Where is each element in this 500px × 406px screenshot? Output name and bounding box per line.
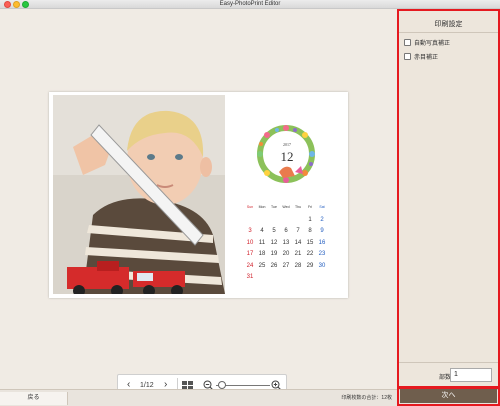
calendar-day: 31 bbox=[246, 274, 254, 280]
weekday-header: Tue bbox=[271, 205, 277, 209]
calendar-week-row: 10 11 12 13 14 15 16 bbox=[244, 238, 328, 250]
calendar-year: 2017 bbox=[283, 142, 291, 147]
calendar-day bbox=[256, 272, 268, 284]
calendar-day: 17 bbox=[246, 251, 254, 257]
auto-photo-correction-option[interactable]: 自動写真補正 bbox=[404, 38, 450, 47]
calendar-week-row: 12 bbox=[244, 215, 328, 227]
calendar-day: 21 bbox=[294, 251, 302, 257]
weekday-header-row: Sun Mon Tue Wed Thu Fri Sat bbox=[244, 203, 328, 215]
calendar-day bbox=[292, 272, 304, 284]
calendar-day: 26 bbox=[270, 262, 278, 269]
print-settings-title: 印刷設定 bbox=[434, 21, 463, 28]
page-counter: 1/12 bbox=[140, 382, 154, 389]
calendar-day: 10 bbox=[246, 239, 254, 246]
calendar-day: 16 bbox=[318, 239, 326, 246]
total-prints-label: 印刷枚数の合計：12枚 bbox=[341, 395, 392, 401]
calendar-day bbox=[280, 215, 292, 227]
calendar-day: 5 bbox=[272, 228, 276, 234]
calendar-day: 30 bbox=[318, 262, 326, 269]
calendar-day bbox=[280, 272, 292, 284]
title-bar: Easy-PhotoPrint Editor bbox=[0, 0, 500, 9]
calendar-day: 19 bbox=[270, 251, 278, 257]
calendar-day: 8 bbox=[308, 228, 312, 234]
calendar-day bbox=[268, 215, 280, 227]
calendar-day bbox=[268, 272, 280, 284]
calendar-day: 7 bbox=[296, 228, 300, 234]
zoom-slider-handle[interactable] bbox=[218, 381, 227, 389]
copies-section: 部数 1 bbox=[399, 362, 498, 387]
calendar-day bbox=[316, 272, 328, 284]
calendar-day: 22 bbox=[306, 251, 314, 257]
next-button-frame: 次へ bbox=[397, 386, 500, 406]
preview-area: 2017 12 Sun Mon Tue Wed Thu Fri Sat 1 2 3 4 5 6 7 8 9 10… bbox=[0, 9, 397, 396]
weekday-header: Thu bbox=[294, 205, 302, 209]
calendar-day: 25 bbox=[258, 262, 266, 269]
calendar-day: 14 bbox=[294, 239, 302, 246]
calendar-day: 28 bbox=[294, 262, 302, 269]
back-button[interactable]: 戻る bbox=[0, 392, 68, 405]
calendar-week-row: 31 bbox=[244, 272, 328, 284]
calendar-day: 9 bbox=[320, 228, 324, 234]
calendar-day bbox=[244, 215, 256, 227]
calendar-day bbox=[304, 272, 316, 284]
weekday-header: Sat bbox=[319, 205, 325, 209]
calendar-day bbox=[292, 215, 304, 227]
window-title: Easy-PhotoPrint Editor bbox=[219, 1, 281, 7]
weekday-header: Fri bbox=[307, 205, 313, 209]
next-button[interactable]: 次へ bbox=[400, 389, 497, 403]
calendar-week-row: 24 25 26 27 28 29 30 bbox=[244, 261, 328, 273]
calendar-day bbox=[256, 215, 268, 227]
panel-divider bbox=[399, 32, 498, 33]
auto-photo-correction-label: 自動写真補正 bbox=[414, 41, 451, 47]
calendar-day: 29 bbox=[306, 262, 314, 269]
calendar-week-row: 3 4 5 6 7 8 9 bbox=[244, 226, 328, 238]
auto-photo-correction-checkbox[interactable] bbox=[404, 39, 411, 46]
calendar-day: 12 bbox=[270, 239, 278, 246]
weekday-header: Wed bbox=[282, 205, 290, 209]
calendar-day: 2 bbox=[320, 216, 324, 223]
photo-frame[interactable] bbox=[53, 95, 225, 294]
calendar-day: 13 bbox=[282, 239, 290, 246]
calendar-week-row: 17 18 19 20 21 22 23 bbox=[244, 249, 328, 261]
red-eye-correction-checkbox[interactable] bbox=[404, 53, 411, 60]
calendar-month: 12 bbox=[280, 149, 294, 164]
calendar-day: 24 bbox=[246, 262, 254, 269]
calendar-day: 4 bbox=[260, 228, 264, 234]
weekday-header: Mon bbox=[258, 205, 266, 209]
calendar-day: 6 bbox=[284, 228, 288, 234]
weekday-header: Sun bbox=[246, 205, 254, 209]
child-photo-image bbox=[53, 95, 225, 294]
calendar-day: 20 bbox=[282, 251, 290, 257]
red-eye-correction-label: 赤目補正 bbox=[414, 55, 439, 61]
calendar-day: 11 bbox=[258, 239, 266, 246]
print-settings-panel: 印刷設定 自動写真補正 赤目補正 部数 1 bbox=[397, 9, 500, 389]
copies-input[interactable]: 1 bbox=[450, 368, 492, 382]
calendar-day: 18 bbox=[258, 251, 266, 257]
red-eye-correction-option[interactable]: 赤目補正 bbox=[404, 52, 438, 61]
calendar-grid: Sun Mon Tue Wed Thu Fri Sat 1 2 3 4 5 6 7 8 9 10 11 12 13 14… bbox=[244, 203, 328, 284]
calendar-day: 15 bbox=[306, 239, 314, 246]
calendar-area[interactable]: 2017 12 Sun Mon Tue Wed Thu Fri Sat 1 2 3 4 5 6 7 8 9 10… bbox=[229, 95, 345, 294]
calendar-day: 1 bbox=[308, 216, 312, 223]
calendar-day: 23 bbox=[318, 251, 326, 257]
calendar-page-preview[interactable]: 2017 12 Sun Mon Tue Wed Thu Fri Sat 1 2 3 4 5 6 7 8 9 10… bbox=[49, 92, 348, 298]
calendar-day: 27 bbox=[282, 262, 290, 269]
calendar-day: 3 bbox=[248, 228, 252, 234]
